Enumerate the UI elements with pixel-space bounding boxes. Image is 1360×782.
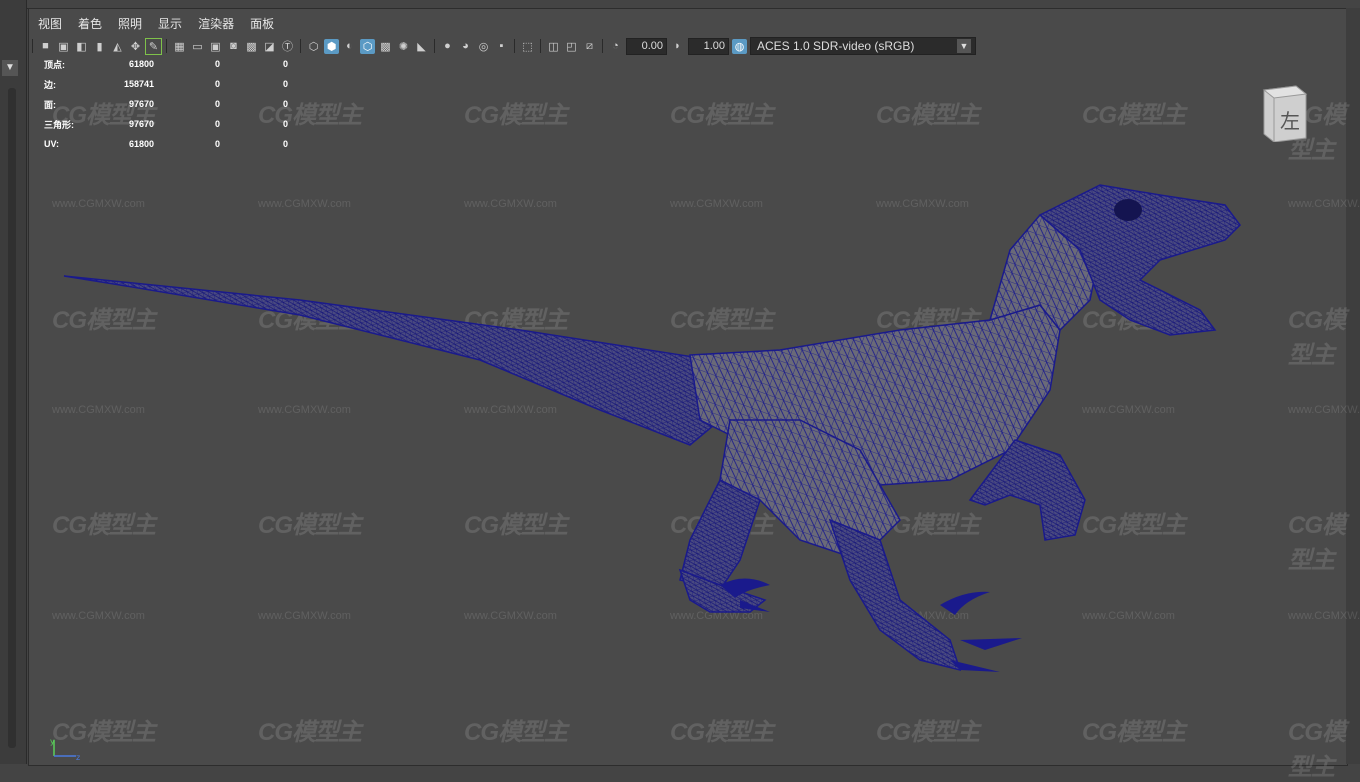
raptor-wireframe-model[interactable]: [0, 0, 1360, 764]
back-leg-mesh: [679, 478, 761, 591]
tail-mesh: [63, 275, 721, 446]
front-leg-mesh: [828, 518, 962, 672]
svg-text:z: z: [76, 753, 80, 762]
svg-text:y: y: [50, 737, 55, 746]
axis-gizmo: y z: [50, 737, 80, 762]
viewcube-face-label: 左: [1280, 109, 1300, 133]
view-cube[interactable]: 左: [1260, 82, 1308, 142]
eye-socket: [1114, 199, 1142, 221]
